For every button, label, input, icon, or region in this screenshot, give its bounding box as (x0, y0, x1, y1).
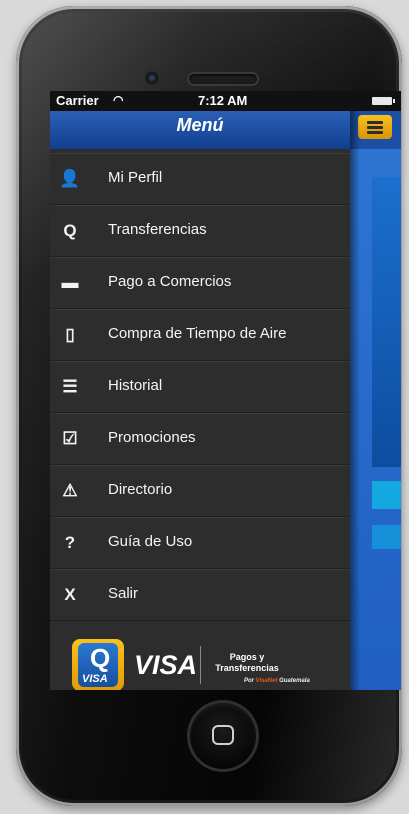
menu-item-pago-a-comercios[interactable]: ▬ Pago a Comercios (50, 257, 350, 309)
menu-item-label: Guía de Uso (108, 533, 193, 550)
menu-item-label: Transferencias (108, 221, 207, 238)
pagos-transferencias-label: Pagos y Transferencias (215, 652, 279, 673)
status-time: 7:12 AM (198, 93, 248, 108)
visanet-label: Por VisaNet Guatemala (244, 678, 310, 684)
menu-item-historial[interactable]: ☰ Historial (50, 361, 350, 413)
main-strip (372, 481, 401, 509)
phone-icon: ▯ (65, 325, 75, 344)
menu-item-directorio[interactable]: ⚠ Directorio (50, 465, 350, 517)
warning-icon: ⚠ (62, 481, 78, 500)
menu-title: Menú (176, 115, 224, 135)
menu-item-label: Promociones (108, 429, 196, 446)
menu-shadow (350, 111, 360, 690)
carrier-label: Carrier (56, 93, 99, 108)
exit-icon: X (64, 585, 76, 604)
main-strip (372, 525, 401, 549)
visa-logo: VISA (134, 650, 198, 680)
side-menu: Menú 👤 Mi Perfil Q Transferencias ▬ Pago a Co… (50, 111, 350, 690)
menu-item-compra-de-tiempo-de-aire[interactable]: ▯ Compra de Tiempo de Aire (50, 309, 350, 361)
checkbox-icon: ☑ (62, 429, 78, 448)
front-camera (146, 72, 158, 84)
list-icon: ☰ (62, 377, 78, 396)
earpiece-speaker (189, 74, 257, 84)
menu-item-label: Mi Perfil (108, 169, 163, 186)
transfer-icon: Q (63, 221, 77, 240)
card-icon: ▬ (61, 273, 79, 292)
question-icon: ? (64, 533, 76, 552)
battery-icon (372, 97, 395, 105)
home-square-icon (212, 725, 234, 745)
menu-header: Menú (50, 111, 350, 149)
menu-item-mi-perfil[interactable]: 👤 Mi Perfil (50, 153, 350, 205)
q-visa-logo: Q VISA (72, 639, 124, 690)
menu-item-label: Compra de Tiempo de Aire (108, 325, 287, 342)
menu-item-label: Historial (108, 377, 163, 394)
menu-item-promociones[interactable]: ☑ Promociones (50, 413, 350, 465)
footer-divider (200, 646, 201, 684)
person-icon: 👤 (59, 169, 81, 188)
menu-item-label: Salir (108, 585, 139, 602)
status-bar: Carrier ◠ 7:12 AM (50, 91, 401, 111)
hamburger-menu-button[interactable] (358, 115, 392, 139)
menu-item-salir[interactable]: X Salir (50, 569, 350, 621)
menu-item-transferencias[interactable]: Q Transferencias (50, 205, 350, 257)
main-card (372, 177, 401, 467)
menu-item-gu-a-de-uso[interactable]: ? Guía de Uso (50, 517, 350, 569)
wifi-icon: ◠ (113, 93, 124, 107)
menu-item-label: Pago a Comercios (108, 273, 232, 290)
screen: Carrier ◠ 7:12 AM Menú 👤 Mi Perfil Q Transf… (50, 91, 401, 690)
menu-item-label: Directorio (108, 481, 173, 498)
